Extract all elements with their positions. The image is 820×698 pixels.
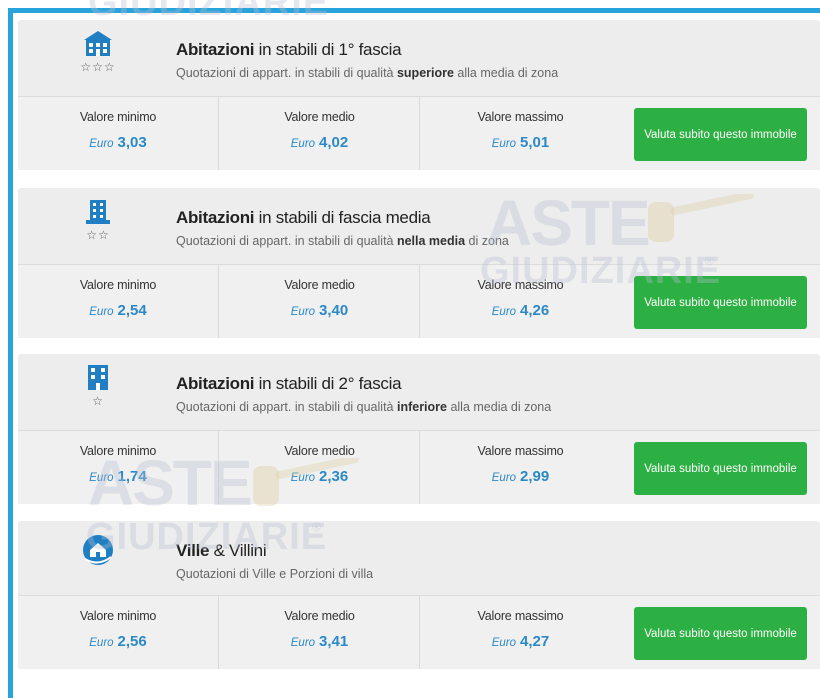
mid-value: Valore medio Euro 4,02 (218, 97, 420, 170)
building-large-icon: ☆☆☆ (76, 28, 120, 74)
max-value: Valore massimo Euro 4,27 (419, 596, 621, 669)
evaluate-button[interactable]: Valuta subito questo immobile (634, 442, 807, 495)
rating-stars: ☆☆ (86, 228, 110, 242)
building-medium-icon: ☆☆ (76, 196, 120, 242)
min-value: Valore minimo Euro 2,56 (79, 609, 157, 650)
min-value: Valore minimo Euro 2,54 (79, 278, 157, 319)
card-title: Abitazioni in stabili di fascia media (176, 208, 431, 227)
gavel-watermark-icon (253, 458, 360, 506)
price-card: ☆☆☆ Abitazioni in stabili di 1° fascia Q… (18, 20, 820, 170)
price-card: ☆ Abitazioni in stabili di 2° fascia Quo… (18, 354, 820, 504)
card-title: Abitazioni in stabili di 1° fascia (176, 40, 402, 59)
mid-value: Valore medio Euro 3,41 (218, 596, 420, 669)
rating-stars: ☆ (92, 394, 104, 408)
evaluate-button[interactable]: Valuta subito questo immobile (634, 276, 807, 329)
card-subtitle: Quotazioni di Ville e Porzioni di villa (176, 567, 374, 581)
max-value: Valore massimo Euro 5,01 (419, 97, 621, 170)
min-value: Valore minimo Euro 3,03 (79, 110, 157, 151)
max-value: Valore massimo Euro 4,26 (419, 265, 621, 338)
rating-stars: ☆☆☆ (80, 60, 116, 74)
card-title: Abitazioni in stabili di 2° fascia (176, 374, 402, 393)
card-title: Ville & Villini (176, 541, 267, 560)
min-value: Valore minimo Euro 1,74 (79, 444, 157, 485)
card-subtitle: Quotazioni di appart. in stabili di qual… (176, 234, 509, 248)
mid-value: Valore medio Euro 3,40 (218, 265, 420, 338)
gavel-watermark-icon (648, 194, 755, 242)
max-value: Valore massimo Euro 2,99 (419, 431, 621, 504)
price-card: Ville & Villini Quotazioni di Ville e Po… (18, 521, 820, 669)
building-small-icon: ☆ (76, 362, 120, 408)
evaluate-button[interactable]: Valuta subito questo immobile (634, 607, 807, 660)
villa-icon (76, 533, 120, 567)
card-subtitle: Quotazioni di appart. in stabili di qual… (176, 66, 559, 80)
evaluate-button[interactable]: Valuta subito questo immobile (634, 108, 807, 161)
card-subtitle: Quotazioni di appart. in stabili di qual… (176, 400, 552, 414)
